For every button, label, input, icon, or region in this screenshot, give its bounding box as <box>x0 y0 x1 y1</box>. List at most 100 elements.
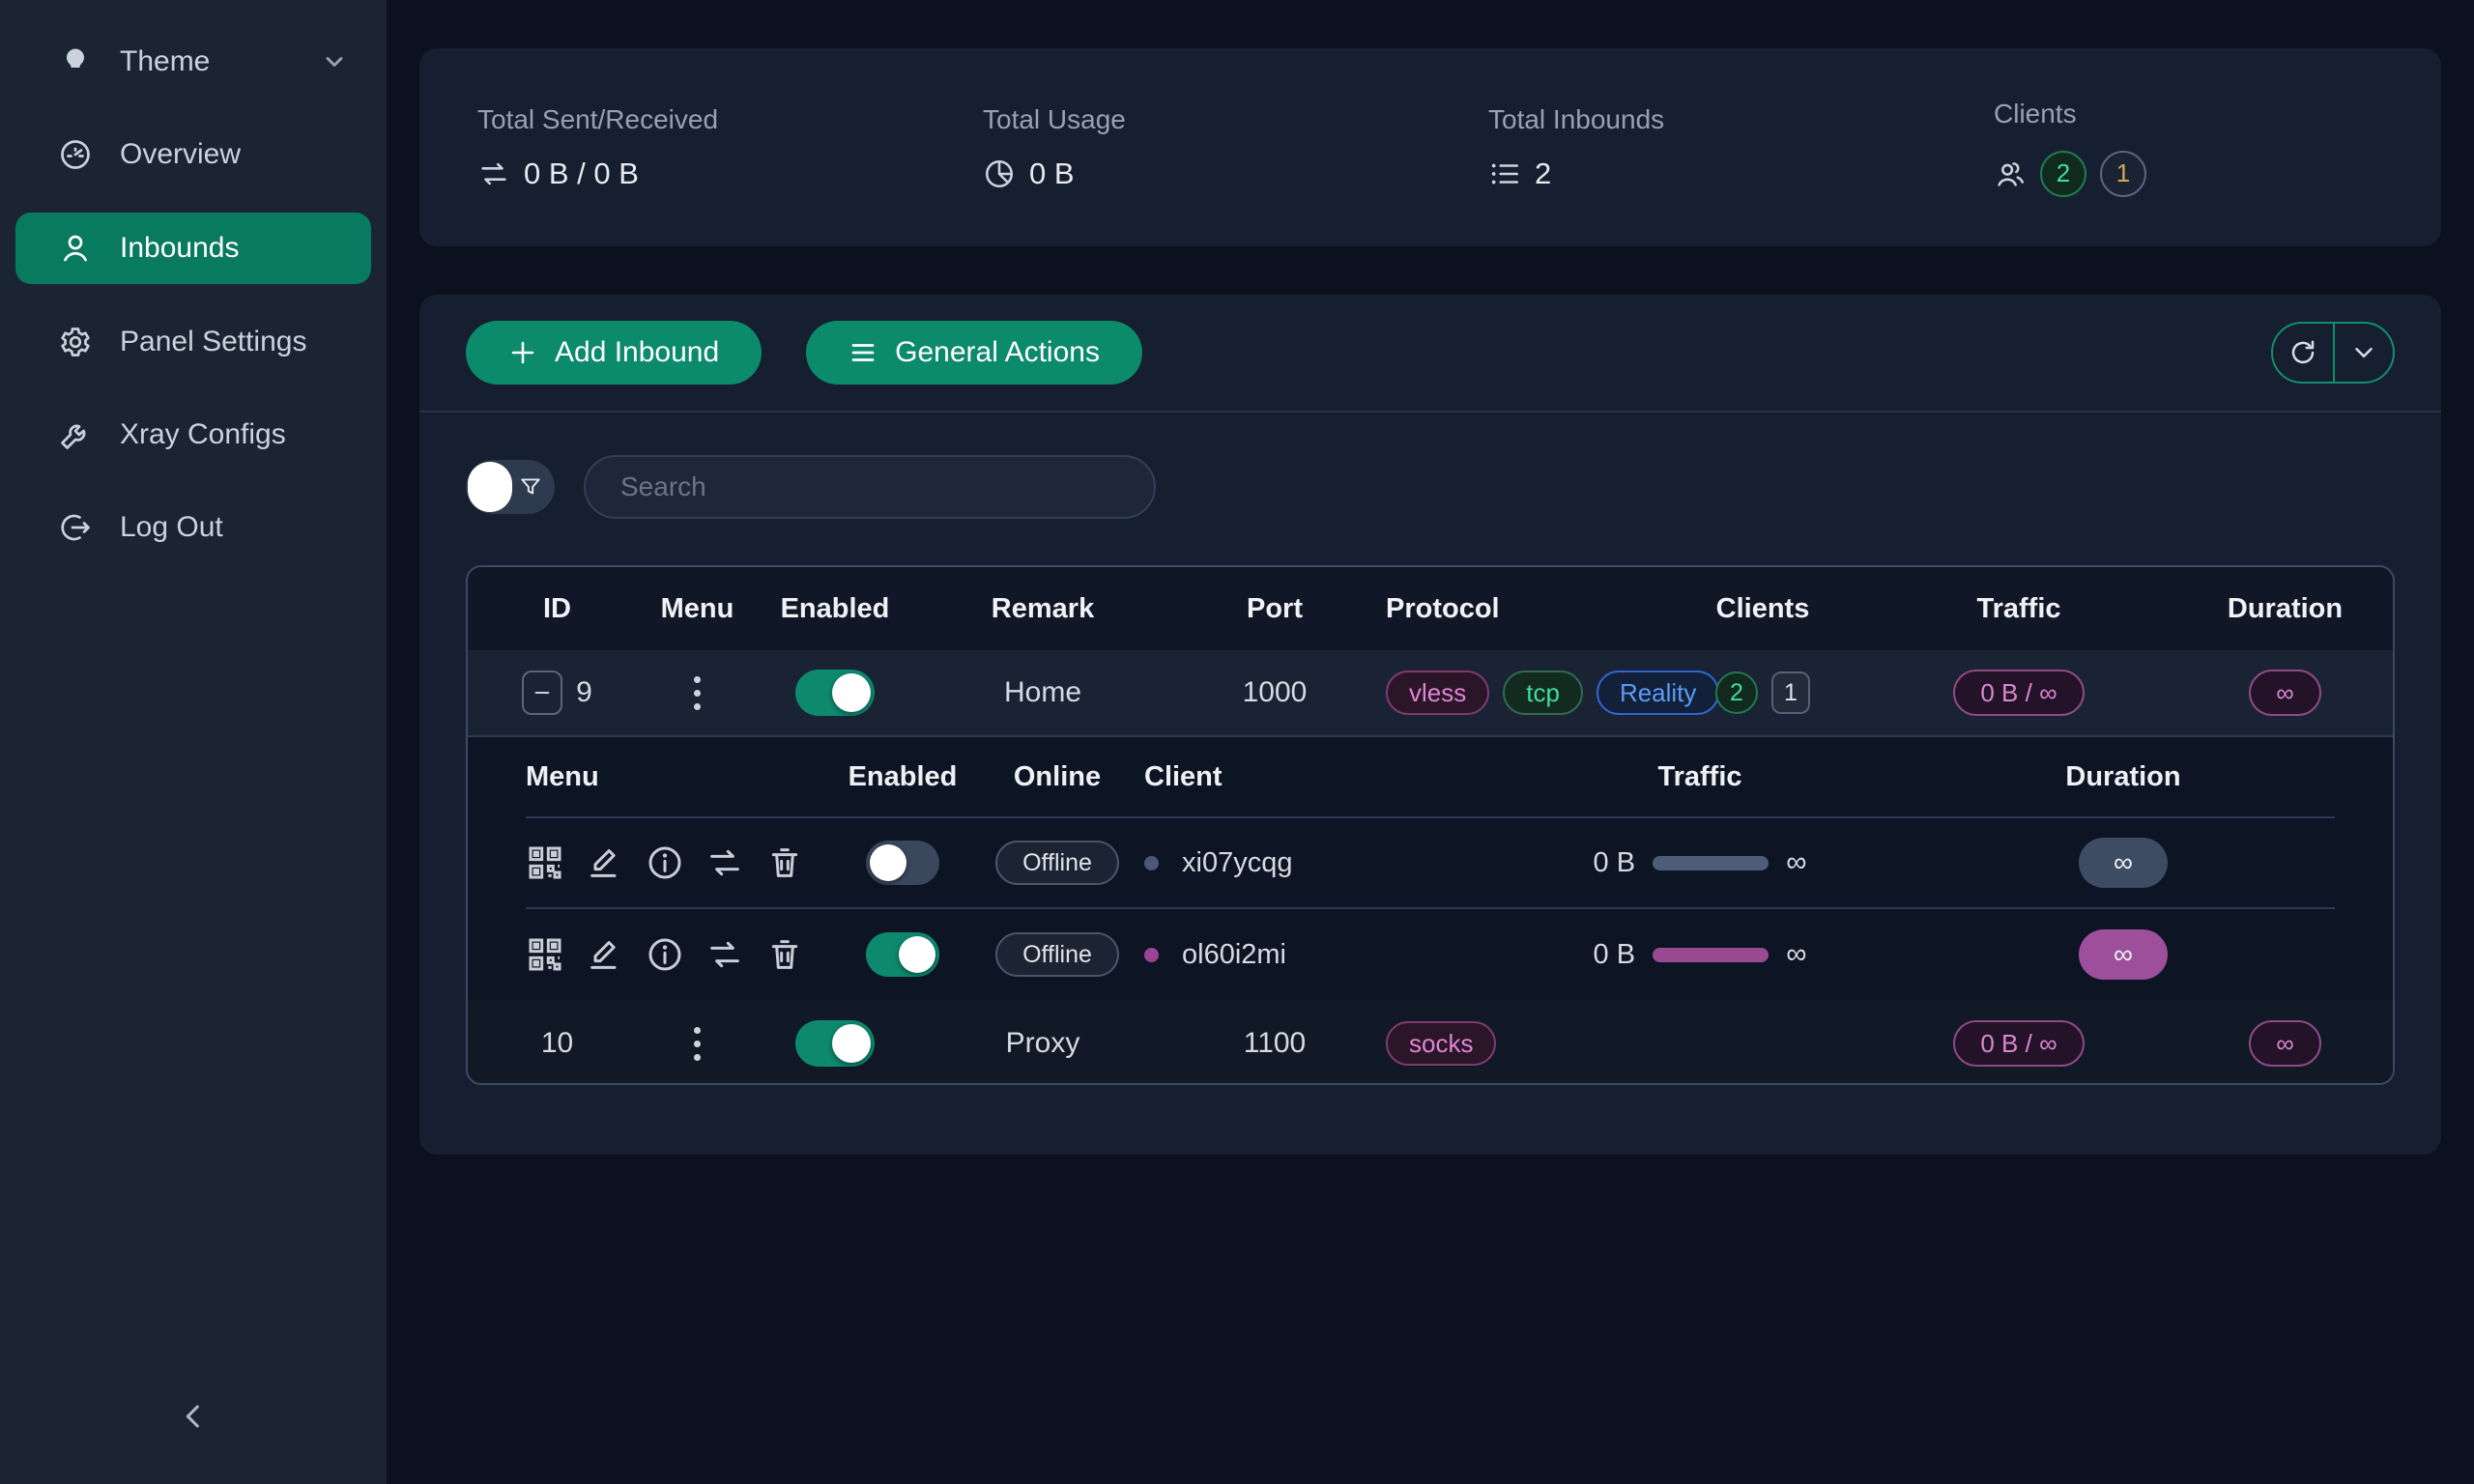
sub-col-header-traffic: Traffic <box>1492 761 1908 793</box>
inbound-id: 9 <box>576 676 592 709</box>
toolbar: Add Inbound General Actions <box>419 295 2441 413</box>
sidebar-item-label: Theme <box>120 45 210 78</box>
traffic-progress-bar <box>1653 948 1769 962</box>
main-content: Total Sent/Received 0 B / 0 B Total Usag… <box>387 0 2474 1484</box>
row-menu-button[interactable] <box>688 671 706 716</box>
qr-code-icon[interactable] <box>526 843 564 882</box>
search-input[interactable] <box>584 455 1156 519</box>
sub-col-header-client: Client <box>1144 761 1492 793</box>
inbound-port: 1100 <box>1164 1027 1386 1060</box>
filter-toggle-knob <box>468 462 512 512</box>
client-duration-pill[interactable]: ∞ <box>2079 929 2168 980</box>
traffic-pill[interactable]: 0 B / ∞ <box>1953 1020 2084 1067</box>
sidebar-item-log-out[interactable]: Log Out <box>0 481 387 574</box>
sidebar-item-xray-configs[interactable]: Xray Configs <box>0 388 387 481</box>
stat-label: Total Sent/Received <box>477 104 925 135</box>
inbounds-panel-card: Add Inbound General Actions <box>419 295 2441 1155</box>
sub-col-header-enabled: Enabled <box>835 761 970 793</box>
stat-value: 0 B / 0 B <box>524 157 639 191</box>
client-row-ol60i2mi: Offline ol60i2mi 0 B ∞ ∞ <box>526 909 2335 1000</box>
clients-online-badge: 2 <box>2040 151 2086 197</box>
minus-icon <box>532 682 553 703</box>
trash-icon[interactable] <box>765 843 804 882</box>
sidebar-item-panel-settings[interactable]: Panel Settings <box>0 296 387 388</box>
clients-total-badge: 1 <box>2100 151 2146 197</box>
filter-funnel-icon <box>518 474 543 499</box>
transport-tag: tcp <box>1503 671 1583 715</box>
client-name: ol60i2mi <box>1182 939 1286 971</box>
refresh-button[interactable] <box>2273 324 2333 382</box>
collapse-row-button[interactable] <box>522 671 562 715</box>
clients-count-badge: 2 <box>1715 671 1758 714</box>
refresh-dropdown-button[interactable] <box>2333 324 2393 382</box>
chevron-down-icon <box>321 48 348 75</box>
sidebar-item-label: Log Out <box>120 511 223 544</box>
reset-traffic-icon[interactable] <box>705 843 744 882</box>
stat-clients: Clients 2 1 <box>1936 99 2441 197</box>
info-icon[interactable] <box>646 935 684 974</box>
inbound-remark: Home <box>922 676 1164 709</box>
reset-traffic-icon[interactable] <box>705 935 744 974</box>
client-enabled-toggle[interactable] <box>866 932 939 977</box>
col-header-menu: Menu <box>647 593 748 625</box>
col-header-clients: Clients <box>1666 593 1859 625</box>
client-row-xi07ycqg: Offline xi07ycqg 0 B ∞ ∞ <box>526 818 2335 909</box>
stat-label: Total Usage <box>983 104 1430 135</box>
wrench-icon <box>58 417 93 452</box>
stats-card: Total Sent/Received 0 B / 0 B Total Usag… <box>419 48 2441 246</box>
add-inbound-label: Add Inbound <box>555 336 719 369</box>
sidebar-collapse-button[interactable] <box>160 1384 226 1449</box>
inbound-id: 10 <box>541 1027 573 1060</box>
online-status-badge: Offline <box>995 841 1119 885</box>
traffic-cap: ∞ <box>1786 846 1806 879</box>
pie-chart-icon <box>983 157 1016 190</box>
stat-total-usage: Total Usage 0 B <box>925 104 1430 191</box>
protocol-tag: vless <box>1386 671 1489 715</box>
trash-icon[interactable] <box>765 935 804 974</box>
search-row <box>419 413 2441 519</box>
stat-value: 2 <box>1535 157 1551 191</box>
plus-icon <box>508 338 537 367</box>
protocol-tag: socks <box>1386 1021 1496 1066</box>
traffic-pill[interactable]: 0 B / ∞ <box>1953 670 2084 716</box>
stat-label: Clients <box>1994 99 2441 129</box>
row-menu-button[interactable] <box>688 1021 706 1067</box>
inbound-enabled-toggle[interactable] <box>795 1020 875 1067</box>
client-enabled-toggle[interactable] <box>866 841 939 885</box>
duration-pill[interactable]: ∞ <box>2249 670 2321 716</box>
col-header-id: ID <box>468 593 647 625</box>
duration-pill[interactable]: ∞ <box>2249 1020 2321 1067</box>
sidebar-item-inbounds[interactable]: Inbounds <box>15 213 371 284</box>
col-header-enabled: Enabled <box>748 593 922 625</box>
sub-col-header-online: Online <box>970 761 1144 793</box>
sidebar-item-overview[interactable]: Overview <box>0 108 387 201</box>
filter-toggle[interactable] <box>466 460 555 514</box>
col-header-remark: Remark <box>922 593 1164 625</box>
table-row-inbound-9: 9 Home 1000 vless tcp Reality 2 1 <box>468 650 2393 737</box>
chevron-down-icon <box>2349 338 2378 367</box>
sidebar-item-label: Xray Configs <box>120 418 286 451</box>
add-inbound-button[interactable]: Add Inbound <box>466 321 762 385</box>
qr-code-icon[interactable] <box>526 935 564 974</box>
lightbulb-icon <box>58 44 93 79</box>
clients-extra-badge: 1 <box>1771 671 1810 714</box>
general-actions-button[interactable]: General Actions <box>806 321 1142 385</box>
table-header-row: ID Menu Enabled Remark Port Protocol Cli… <box>468 567 2393 650</box>
logout-icon <box>58 510 93 545</box>
edit-icon[interactable] <box>586 935 624 974</box>
sidebar-item-theme[interactable]: Theme <box>0 15 387 108</box>
client-duration-pill[interactable]: ∞ <box>2079 838 2168 888</box>
col-header-traffic: Traffic <box>1859 593 2178 625</box>
general-actions-label: General Actions <box>895 336 1100 369</box>
traffic-used: 0 B <box>1594 939 1636 971</box>
traffic-cap: ∞ <box>1786 938 1806 971</box>
sidebar-item-label: Inbounds <box>120 232 239 265</box>
transfer-arrows-icon <box>477 157 510 190</box>
inbound-remark: Proxy <box>922 1027 1164 1060</box>
gear-icon <box>58 325 93 359</box>
inbound-enabled-toggle[interactable] <box>795 670 875 716</box>
stat-value: 0 B <box>1029 157 1075 191</box>
traffic-used: 0 B <box>1594 847 1636 879</box>
info-icon[interactable] <box>646 843 684 882</box>
edit-icon[interactable] <box>586 843 624 882</box>
